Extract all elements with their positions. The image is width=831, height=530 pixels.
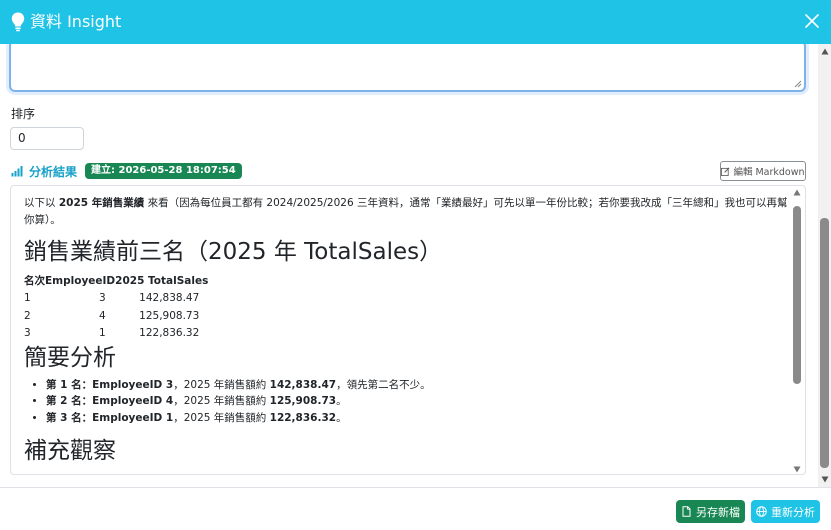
preview-scrollbar-thumb[interactable] bbox=[793, 206, 801, 384]
rank-cell: 1 bbox=[24, 292, 31, 304]
list-item-text: ，2025 年銷售額約 bbox=[173, 395, 270, 407]
list-item-text: 。 bbox=[336, 395, 347, 407]
col-employee: EmployeeID bbox=[45, 275, 116, 287]
edit-icon bbox=[721, 167, 730, 176]
list-item-text: 。 bbox=[336, 411, 347, 424]
result-heading: 分析結果 建立: 2026-05-28 18:07:54 bbox=[11, 162, 242, 180]
col-rank: 名次 bbox=[24, 275, 45, 287]
employee-cell: 3 bbox=[99, 292, 106, 304]
sort-input[interactable]: 0 bbox=[10, 127, 84, 150]
summary-list: 第 1 名：EmployeeID 3，2025 年銷售額約 142,838.47… bbox=[46, 377, 792, 427]
scroll-down-icon[interactable] bbox=[793, 466, 801, 473]
scroll-up-icon[interactable] bbox=[793, 189, 801, 196]
save-as-button[interactable]: 另存新檔 bbox=[676, 500, 745, 523]
employee-cell: 4 bbox=[99, 309, 106, 322]
modal-header: 資料 Insight bbox=[0, 0, 831, 44]
top3-heading: 銷售業績前三名（2025 年 TotalSales） bbox=[24, 239, 443, 265]
scroll-up-icon[interactable] bbox=[821, 48, 829, 55]
bar-chart-icon bbox=[11, 166, 23, 177]
table-row: 1 3 142,838.47 bbox=[24, 290, 208, 308]
reanalyze-label: 重新分析 bbox=[771, 505, 815, 519]
table-header-row: 名次 EmployeeID 2025 TotalSales bbox=[24, 273, 208, 290]
sales-table: 名次 EmployeeID 2025 TotalSales 1 3 142,83… bbox=[24, 273, 208, 343]
list-item-value: 122,836.32 bbox=[269, 411, 337, 424]
sales-cell: 142,838.47 bbox=[139, 292, 200, 304]
reanalyze-button[interactable]: 重新分析 bbox=[751, 500, 820, 523]
list-item-title: 第 2 名：EmployeeID 4 bbox=[46, 395, 174, 407]
rank-cell: 3 bbox=[24, 327, 31, 339]
more-heading: 補充觀察 bbox=[24, 438, 116, 464]
table-row: 2 4 125,908.73 bbox=[24, 308, 208, 326]
list-item-title: 第 1 名：EmployeeID 3 bbox=[46, 378, 174, 391]
list-item-text: ，2025 年銷售額約 bbox=[173, 411, 270, 424]
list-item: 第 1 名：EmployeeID 3，2025 年銷售額約 142,838.47… bbox=[46, 377, 792, 394]
modal-scrollbar[interactable] bbox=[818, 44, 831, 487]
sales-cell: 122,836.32 bbox=[139, 327, 200, 339]
created-badge: 建立: 2026-05-28 18:07:54 bbox=[85, 163, 242, 179]
modal-scrollbar-thumb[interactable] bbox=[820, 218, 829, 468]
modal-title: 資料 Insight bbox=[30, 12, 122, 31]
globe-icon bbox=[756, 506, 767, 517]
scroll-down-icon[interactable] bbox=[821, 476, 829, 483]
lightbulb-icon bbox=[11, 12, 25, 32]
edit-markdown-button[interactable]: 編輯 Markdown bbox=[720, 161, 806, 181]
list-item: 第 2 名：EmployeeID 4，2025 年銷售額約 125,908.73… bbox=[46, 393, 792, 410]
list-item-text: ，領先第二名不少。 bbox=[336, 378, 431, 391]
list-item-value: 142,838.47 bbox=[269, 378, 337, 391]
table-row: 3 1 122,836.32 bbox=[24, 325, 208, 343]
modal-body: 排序 0 分析結果 建立: 2026-05-28 18:07:54 編輯 Mar… bbox=[0, 44, 818, 487]
list-item-value: 125,908.73 bbox=[269, 395, 337, 407]
col-sales: 2025 TotalSales bbox=[115, 275, 209, 287]
intro-prefix: 以下以 bbox=[24, 197, 59, 209]
sales-cell: 125,908.73 bbox=[139, 309, 200, 322]
list-item: 第 3 名：EmployeeID 1，2025 年銷售額約 122,836.32… bbox=[46, 410, 792, 427]
summary-heading: 簡要分析 bbox=[24, 344, 116, 371]
intro-paragraph: 以下以 2025 年銷售業績 來看（因為每位員工都有 2024/2025/202… bbox=[24, 195, 792, 229]
edit-markdown-label: 編輯 Markdown bbox=[733, 167, 805, 178]
list-item-text: ，2025 年銷售額約 bbox=[173, 378, 270, 391]
file-icon bbox=[682, 506, 691, 517]
sort-label: 排序 bbox=[11, 107, 36, 121]
result-label: 分析結果 bbox=[29, 164, 78, 179]
save-as-label: 另存新檔 bbox=[696, 505, 740, 519]
prompt-textarea[interactable] bbox=[9, 44, 806, 92]
rank-cell: 2 bbox=[24, 309, 31, 322]
list-item-title: 第 3 名：EmployeeID 1 bbox=[46, 411, 174, 424]
modal-footer: 另存新檔 重新分析 bbox=[0, 487, 831, 530]
close-icon[interactable] bbox=[803, 12, 821, 30]
markdown-preview: 以下以 2025 年銷售業績 來看（因為每位員工都有 2024/2025/202… bbox=[10, 185, 806, 475]
preview-scrollbar[interactable] bbox=[791, 186, 803, 474]
employee-cell: 1 bbox=[99, 327, 106, 339]
intro-bold: 2025 年銷售業績 bbox=[58, 197, 145, 209]
resize-grip-icon[interactable] bbox=[794, 80, 802, 88]
